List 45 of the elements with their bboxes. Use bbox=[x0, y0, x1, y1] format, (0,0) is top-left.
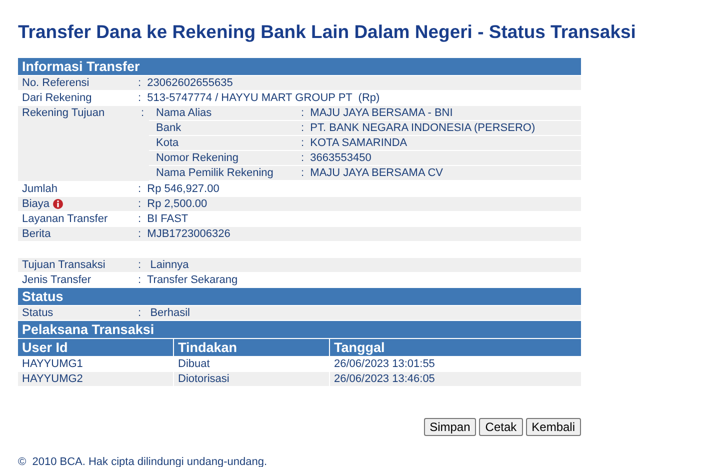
colon: : bbox=[138, 106, 149, 181]
action-button[interactable]: Kembali bbox=[526, 418, 581, 436]
section-header: Pelaksana Transaksi bbox=[18, 321, 581, 338]
field-label: Kota bbox=[155, 136, 180, 150]
field-label: Jenis Transfer bbox=[21, 273, 92, 287]
table-cell: Diotorisasi bbox=[174, 372, 329, 386]
field-value: : MAJU JAYA BERSAMA - BNI bbox=[301, 106, 453, 120]
copyright-text: © 2010 BCA. Hak cipta dilindungi undang-undang. bbox=[18, 456, 268, 467]
table-cell: 26/06/2023 13:46:05 bbox=[330, 372, 581, 386]
field-label: Jumlah bbox=[21, 182, 58, 196]
action-button[interactable]: Simpan bbox=[424, 418, 476, 436]
column-header: Tindakan bbox=[174, 339, 329, 356]
page-title: Transfer Dana ke Rekening Bank Lain Dalam Negeri - Status Transaksi bbox=[18, 20, 636, 44]
field-value: : BI FAST bbox=[138, 212, 188, 226]
field-value: : Rp 546,927.00 bbox=[138, 182, 220, 196]
info-icon bbox=[52, 199, 63, 209]
field-label: Nama Pemilik Rekening bbox=[155, 166, 274, 180]
field-value: : Transfer Sekarang bbox=[138, 273, 238, 287]
action-button[interactable]: Cetak bbox=[479, 418, 523, 436]
field-label: Layanan Transfer bbox=[21, 212, 109, 226]
field-value: : PT. BANK NEGARA INDONESIA (PERSERO) bbox=[301, 121, 536, 135]
field-label: Biaya bbox=[18, 197, 138, 211]
field-value: : 23062602655635 bbox=[138, 76, 233, 90]
field-label: Tujuan Transaksi bbox=[21, 258, 106, 272]
table-cell: HAYYUMG2 bbox=[18, 372, 173, 386]
field-value: : MAJU JAYA BERSAMA CV bbox=[301, 166, 444, 180]
field-label: Nama Alias bbox=[155, 106, 213, 120]
field-label: Berita bbox=[21, 227, 52, 241]
field-value: : 513-5747774 / HAYYU MART GROUP PT (Rp) bbox=[138, 91, 380, 105]
field-value: : MJB1723006326 bbox=[138, 227, 230, 241]
field-label: Rekening Tujuan bbox=[18, 106, 138, 181]
field-label: Bank bbox=[155, 121, 182, 135]
section-header: Informasi Transfer bbox=[18, 58, 581, 75]
field-value: : KOTA SAMARINDA bbox=[301, 136, 408, 150]
field-value: : Berhasil bbox=[138, 306, 190, 320]
field-label: Nomor Rekening bbox=[155, 151, 240, 165]
column-header: Tanggal bbox=[330, 339, 581, 356]
field-label: Status bbox=[21, 306, 54, 320]
field-value: : 3663553450 bbox=[301, 151, 372, 165]
field-label: Dari Rekening bbox=[21, 91, 93, 105]
column-header: User Id bbox=[18, 339, 173, 356]
field-value: : Rp 2,500.00 bbox=[138, 197, 208, 211]
field-label: No. Referensi bbox=[21, 76, 90, 90]
field-value: : Lainnya bbox=[138, 258, 189, 272]
section-header: Status bbox=[18, 288, 581, 305]
